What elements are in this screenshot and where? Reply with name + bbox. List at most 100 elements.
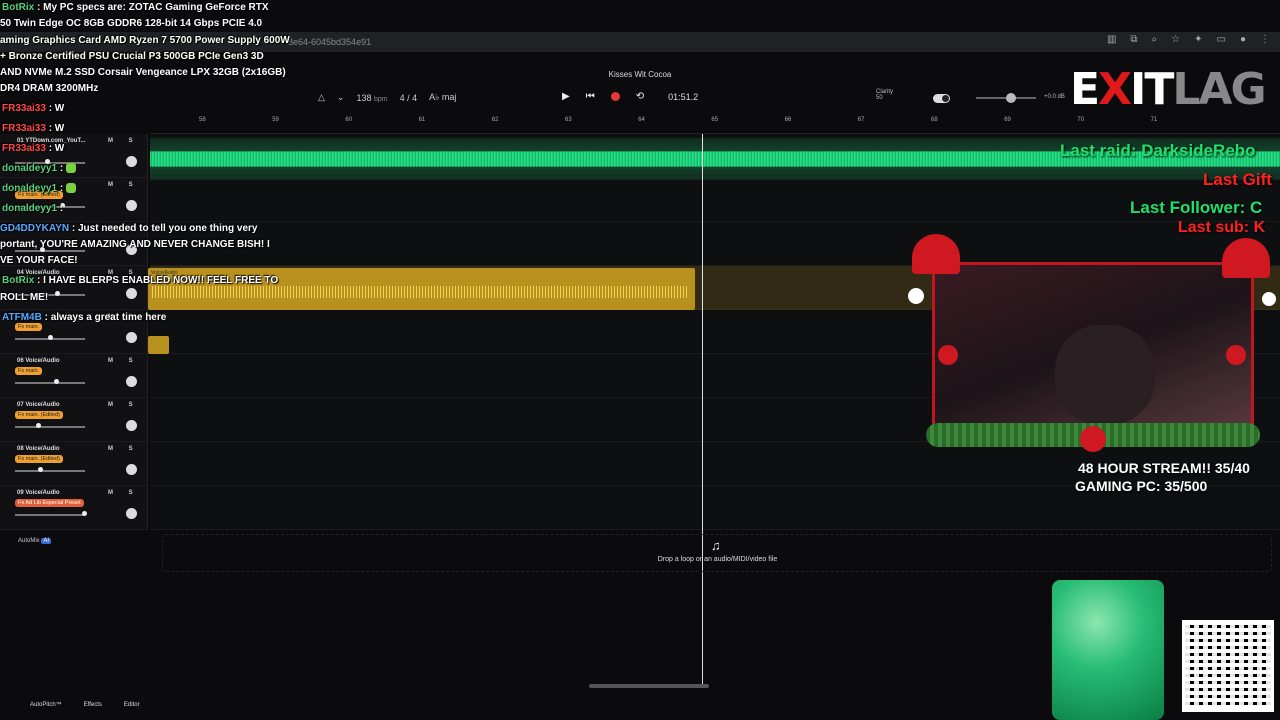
track-volume-slider[interactable] (15, 426, 85, 428)
ruler-tick: 60 (345, 117, 353, 123)
extensions-icon[interactable]: ✦ (1194, 34, 1202, 45)
master-volume-knob[interactable] (1006, 93, 1016, 103)
pan-knob[interactable] (126, 376, 137, 387)
track-volume-slider[interactable] (15, 250, 85, 252)
editor-button[interactable]: Editor (124, 696, 140, 720)
ornament-icon (938, 345, 958, 365)
chat-username: donaldeyy1 (2, 183, 58, 194)
track-lane[interactable] (150, 222, 1280, 266)
pan-knob[interactable] (126, 420, 137, 431)
play-icon[interactable]: ▶ (562, 91, 570, 102)
volume-slider-handle[interactable] (36, 423, 41, 428)
playhead[interactable] (702, 134, 703, 688)
track-name[interactable]: 08 Voice/Audio (17, 446, 60, 452)
chat-username: GD4DDYKAYN (0, 223, 70, 234)
chat-message-cont: VE YOUR FACE! (0, 255, 78, 266)
track-volume-slider[interactable] (15, 514, 85, 516)
bpm-value[interactable]: 138 bpm (356, 93, 387, 103)
track-header[interactable]: 08 Voice/Audio M S Fx main. (Edited) (0, 442, 148, 486)
tempo-group: △ ⌄ 138 bpm 4 / 4 A♭ maj (318, 92, 456, 103)
hat-pompom (908, 288, 924, 304)
mute-solo-buttons[interactable]: M S (108, 138, 140, 144)
audio-clip-small[interactable] (148, 336, 169, 354)
volume-slider-handle[interactable] (48, 335, 53, 340)
pan-knob[interactable] (126, 156, 137, 167)
mute-solo-buttons[interactable]: M S (108, 358, 140, 364)
autopitch-button[interactable]: AutoPitch™ (30, 696, 62, 720)
chat-message: GD4DDYKAYN : Just needed to tell you one… (0, 223, 257, 234)
volume-db: +0.0 dB (1044, 94, 1065, 100)
profile-avatar[interactable]: ● (1240, 34, 1246, 45)
song-title[interactable]: Kisses Wit Cocoa (560, 70, 720, 79)
chat-username: BotRix (2, 275, 35, 286)
clarity-value: 50 (876, 95, 883, 101)
mute-solo-buttons[interactable]: M S (108, 182, 140, 188)
chat-message: BotRix : I HAVE BLERPS ENABLED NOW!! FEE… (2, 275, 278, 286)
effects-button[interactable]: Effects (84, 696, 102, 720)
more-menu-icon[interactable]: ⋮ (1260, 34, 1270, 45)
chat-message-cont: portant, YOU'RE AMAZING AND NEVER CHANGE… (0, 239, 270, 250)
chat-message: donaldeyy1 : (2, 163, 76, 174)
pan-knob[interactable] (126, 288, 137, 299)
track-name[interactable]: 07 Voice/Audio (17, 402, 60, 408)
clarity-toggle[interactable] (933, 94, 950, 103)
qr-code (1182, 620, 1274, 712)
track-header[interactable]: 07 Voice/Audio M S Fx main. (Edited) (0, 398, 148, 442)
loop-icon[interactable]: ⟲ (636, 91, 644, 102)
ruler-tick: 59 (272, 117, 279, 123)
fx-preset-badge[interactable]: Fx main. (15, 323, 43, 331)
track-header[interactable]: 06 Voice/Audio M S Fx main. (0, 354, 148, 398)
volume-slider-handle[interactable] (54, 379, 59, 384)
ruler-tick: 68 (931, 117, 938, 123)
chat-message: donaldeyy1 : (2, 183, 76, 194)
chat-message: BotRix : My PC specs are: ZOTAC Gaming G… (2, 2, 269, 13)
track-name[interactable]: 06 Voice/Audio (17, 358, 60, 364)
automix-row[interactable]: AutoMix AI (0, 533, 148, 549)
chat-text: : always a great time here (44, 312, 167, 323)
transport-controls: ▶ ⏮ ⟲ 01:51.2 (562, 91, 698, 102)
track-header[interactable]: 04 Voice/Audio M S (0, 266, 148, 310)
bookmark-star-icon[interactable]: ☆ (1171, 34, 1180, 45)
pan-knob[interactable] (126, 332, 137, 343)
volume-slider-handle[interactable] (38, 467, 43, 472)
share-icon[interactable]: ⧉ (1130, 34, 1137, 45)
fx-preset-badge[interactable]: Fx main. (Edited) (15, 455, 63, 463)
chevron-down-icon[interactable]: ⌄ (337, 92, 345, 103)
ornament-icon (1080, 426, 1106, 452)
mute-solo-buttons[interactable]: M S (108, 446, 140, 452)
chat-text: : Just needed to tell you one thing very (71, 223, 258, 234)
horizontal-scrollbar[interactable] (589, 684, 709, 688)
url-text: 8e64-6045bd354e91 (288, 37, 372, 47)
chat-text: : (59, 203, 64, 214)
mute-solo-buttons[interactable]: M S (108, 402, 140, 408)
key-mode: maj (441, 92, 457, 102)
chat-text: : (59, 183, 64, 194)
skip-back-icon[interactable]: ⏮ (586, 91, 595, 102)
track-header[interactable]: 09 Voice/Audio M S Fx Ad Lib Especial Pres… (0, 486, 148, 530)
window-icon[interactable]: ▭ (1217, 34, 1226, 45)
zoom-icon[interactable]: ⌕ (1152, 34, 1158, 45)
track-volume-slider[interactable] (15, 470, 85, 472)
ruler-tick: 61 (418, 117, 426, 123)
address-bar[interactable]: 8e64-6045bd354e91 (200, 35, 1040, 50)
record-button[interactable] (610, 92, 620, 101)
fx-preset-badge[interactable]: Fx main. (Edited) (15, 411, 63, 419)
key-selector[interactable]: A♭ maj (429, 92, 456, 103)
volume-slider-handle[interactable] (55, 291, 60, 296)
pan-knob[interactable] (126, 508, 137, 519)
track-lane[interactable] (150, 178, 1280, 222)
sidebar-icon[interactable]: ▥ (1107, 34, 1116, 45)
track-volume-slider[interactable] (15, 382, 85, 384)
pan-knob[interactable] (126, 200, 137, 211)
pan-knob[interactable] (126, 464, 137, 475)
fx-preset-badge[interactable]: Fx main. (15, 367, 43, 375)
volume-slider-handle[interactable] (82, 511, 87, 516)
clarity-control[interactable]: Clarity 50 (876, 89, 893, 101)
track-name[interactable]: 09 Voice/Audio (17, 490, 60, 496)
chat-message: donaldeyy1 : (2, 203, 63, 214)
browser-toolbar-icons: ▥ ⧉ ⌕ ☆ ✦ ▭ ● ⋮ (1107, 34, 1270, 45)
metronome-icon[interactable]: △ (318, 92, 325, 103)
mute-solo-buttons[interactable]: M S (108, 490, 140, 496)
fx-preset-badge[interactable]: Fx Ad Lib Especial Preset (15, 499, 84, 507)
time-signature[interactable]: 4 / 4 (400, 93, 418, 103)
